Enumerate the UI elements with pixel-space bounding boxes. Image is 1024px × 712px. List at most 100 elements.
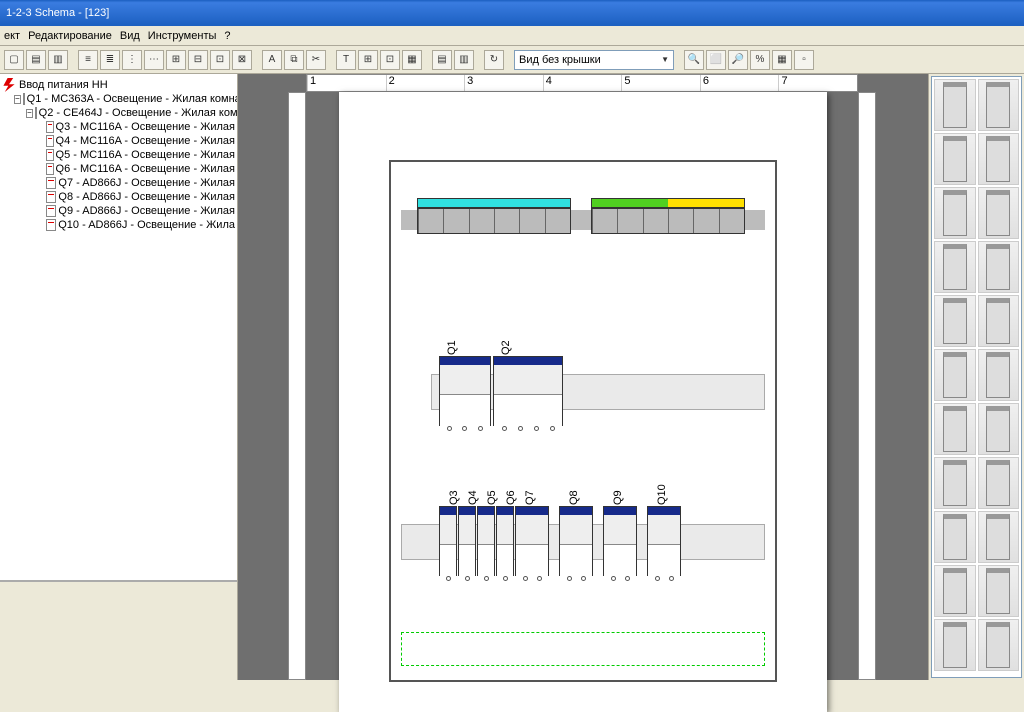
breaker-q4[interactable]: Q4 bbox=[458, 506, 476, 576]
breaker-q1[interactable]: Q1 bbox=[439, 356, 491, 426]
tree-item-q5[interactable]: Q5 - MC116A - Освещение - Жилая bbox=[2, 148, 235, 162]
tb-layout1-icon[interactable]: ▤ bbox=[432, 50, 452, 70]
palette-item[interactable] bbox=[978, 241, 1020, 293]
tb-t1-icon[interactable]: T bbox=[336, 50, 356, 70]
palette-item[interactable] bbox=[934, 241, 976, 293]
breaker-q7[interactable]: Q7 bbox=[515, 506, 549, 576]
palette-item[interactable] bbox=[978, 187, 1020, 239]
palette-item[interactable] bbox=[934, 79, 976, 131]
palette-item[interactable] bbox=[978, 565, 1020, 617]
tb-save-icon[interactable]: ▥ bbox=[48, 50, 68, 70]
tree-root-label: Ввод питания НН bbox=[19, 79, 108, 91]
palette-item[interactable] bbox=[934, 511, 976, 563]
menu-help[interactable]: ? bbox=[224, 30, 230, 42]
palette-item[interactable] bbox=[978, 295, 1020, 347]
palette-item[interactable] bbox=[934, 619, 976, 671]
palette-item[interactable] bbox=[978, 349, 1020, 401]
tb-new-icon[interactable]: ▢ bbox=[4, 50, 24, 70]
collapse-icon[interactable]: − bbox=[26, 109, 33, 118]
tb-layout2-icon[interactable]: ▥ bbox=[454, 50, 474, 70]
breaker-rail-1: Q1 Q2 bbox=[401, 342, 765, 442]
neutral-bar[interactable] bbox=[417, 208, 571, 234]
tb-align4-icon[interactable]: ⋯ bbox=[144, 50, 164, 70]
palette-item[interactable] bbox=[978, 457, 1020, 509]
label-placeholder[interactable] bbox=[401, 632, 765, 666]
tb-zoom-100-icon[interactable]: % bbox=[750, 50, 770, 70]
tree-label: Q8 - AD866J - Освещение - Жилая bbox=[58, 191, 235, 203]
breaker-q8[interactable]: Q8 bbox=[559, 506, 593, 576]
tree-label: Q10 - AD866J - Освещение - Жила bbox=[58, 219, 235, 231]
palette-item[interactable] bbox=[934, 457, 976, 509]
tb-grid-icon[interactable]: ▦ bbox=[772, 50, 792, 70]
palette-item[interactable] bbox=[978, 133, 1020, 185]
tb-align7-icon[interactable]: ⊡ bbox=[210, 50, 230, 70]
palette-item[interactable] bbox=[934, 565, 976, 617]
tb-align2-icon[interactable]: ≣ bbox=[100, 50, 120, 70]
window-titlebar: 1-2-3 Schema - [123] bbox=[0, 0, 1024, 26]
palette-scroll[interactable] bbox=[931, 76, 1022, 678]
tb-t2-icon[interactable]: ⊞ bbox=[358, 50, 378, 70]
breaker-q10[interactable]: Q10 bbox=[647, 506, 681, 576]
tb-align5-icon[interactable]: ⊞ bbox=[166, 50, 186, 70]
tree-item-q8[interactable]: Q8 - AD866J - Освещение - Жилая bbox=[2, 190, 235, 204]
palette-item[interactable] bbox=[934, 403, 976, 455]
tb-t4-icon[interactable]: ▦ bbox=[402, 50, 422, 70]
breaker-label: Q6 bbox=[505, 490, 517, 505]
drawing-page[interactable]: Q1 Q2 Q3 Q4 Q5 Q6 Q7 bbox=[339, 92, 827, 712]
canvas[interactable]: 1234567 Q1 bbox=[238, 74, 928, 680]
tb-zoom-in-icon[interactable]: 🔍 bbox=[684, 50, 704, 70]
palette-item[interactable] bbox=[934, 187, 976, 239]
tree-item-q10[interactable]: Q10 - AD866J - Освещение - Жила bbox=[2, 218, 235, 232]
menu-tools[interactable]: Инструменты bbox=[148, 30, 217, 42]
tree-item-q9[interactable]: Q9 - AD866J - Освещение - Жилая bbox=[2, 204, 235, 218]
breaker-q5[interactable]: Q5 bbox=[477, 506, 495, 576]
tb-snap-icon[interactable]: ▫ bbox=[794, 50, 814, 70]
earth-bar[interactable] bbox=[591, 208, 745, 234]
palette-item[interactable] bbox=[934, 349, 976, 401]
palette-item[interactable] bbox=[934, 295, 976, 347]
breaker-label: Q3 bbox=[448, 490, 460, 505]
neutral-bar-top[interactable] bbox=[417, 198, 571, 208]
tb-copy-icon[interactable]: ⧉ bbox=[284, 50, 304, 70]
tb-text-icon[interactable]: A bbox=[262, 50, 282, 70]
collapse-icon[interactable]: − bbox=[14, 95, 21, 104]
menu-edit[interactable]: Редактирование bbox=[28, 30, 112, 42]
palette-item[interactable] bbox=[978, 619, 1020, 671]
doc-icon bbox=[46, 191, 56, 203]
breaker-q2[interactable]: Q2 bbox=[493, 356, 563, 426]
tree-label: Q6 - MC116A - Освещение - Жилая bbox=[56, 163, 235, 175]
tb-align6-icon[interactable]: ⊟ bbox=[188, 50, 208, 70]
view-mode-select[interactable]: Вид без крышки bbox=[514, 50, 674, 70]
tree-item-q6[interactable]: Q6 - MC116A - Освещение - Жилая bbox=[2, 162, 235, 176]
tree-item-q3[interactable]: Q3 - MC116A - Освещение - Жилая bbox=[2, 120, 235, 134]
tree-root[interactable]: Ввод питания НН bbox=[2, 78, 235, 92]
menu-file[interactable]: ект bbox=[4, 30, 20, 42]
menu-view[interactable]: Вид bbox=[120, 30, 140, 42]
earth-bar-top[interactable] bbox=[591, 198, 745, 208]
breaker-q3[interactable]: Q3 bbox=[439, 506, 457, 576]
tb-zoom-fit-icon[interactable]: ⬜ bbox=[706, 50, 726, 70]
component-palette bbox=[928, 74, 1024, 680]
tb-align1-icon[interactable]: ≡ bbox=[78, 50, 98, 70]
tree-item-q1[interactable]: − Q1 - MC363A - Освещение - Жилая комна bbox=[2, 92, 235, 106]
breaker-q9[interactable]: Q9 bbox=[603, 506, 637, 576]
tree-item-q2[interactable]: − Q2 - CE464J - Освещение - Жилая ком bbox=[2, 106, 235, 120]
project-tree[interactable]: Ввод питания НН − Q1 - MC363A - Освещени… bbox=[0, 74, 237, 580]
breaker-q6[interactable]: Q6 bbox=[496, 506, 514, 576]
enclosure[interactable]: Q1 Q2 Q3 Q4 Q5 Q6 Q7 bbox=[389, 160, 777, 682]
tb-align8-icon[interactable]: ⊠ bbox=[232, 50, 252, 70]
palette-item[interactable] bbox=[978, 79, 1020, 131]
breaker-label: Q5 bbox=[486, 490, 498, 505]
tb-cut-icon[interactable]: ✂ bbox=[306, 50, 326, 70]
tree-item-q7[interactable]: Q7 - AD866J - Освещение - Жилая bbox=[2, 176, 235, 190]
tb-zoom-out-icon[interactable]: 🔎 bbox=[728, 50, 748, 70]
tb-open-icon[interactable]: ▤ bbox=[26, 50, 46, 70]
palette-item[interactable] bbox=[934, 133, 976, 185]
tree-item-q4[interactable]: Q4 - MC116A - Освещение - Жилая bbox=[2, 134, 235, 148]
doc-icon bbox=[46, 219, 56, 231]
palette-item[interactable] bbox=[978, 511, 1020, 563]
tb-refresh-icon[interactable]: ↻ bbox=[484, 50, 504, 70]
tb-align3-icon[interactable]: ⋮ bbox=[122, 50, 142, 70]
tb-t3-icon[interactable]: ⊡ bbox=[380, 50, 400, 70]
palette-item[interactable] bbox=[978, 403, 1020, 455]
